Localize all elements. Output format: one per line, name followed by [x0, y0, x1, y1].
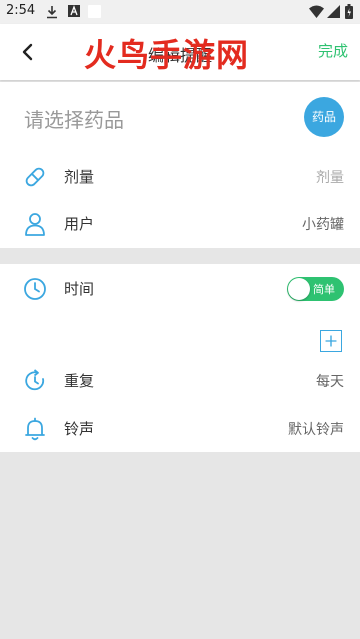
repeat-icon [25, 369, 45, 391]
ringtone-value: 默认铃声 [288, 422, 344, 438]
toggle-label: 简单 [313, 283, 335, 296]
dosage-value: 剂量 [316, 170, 344, 186]
repeat-label: 重复 [64, 372, 95, 390]
medicine-button[interactable]: 药品 [304, 97, 344, 137]
simple-mode-toggle[interactable]: 简单 [287, 277, 344, 301]
medicine-select-field[interactable]: 请选择药品 [24, 104, 124, 133]
done-button[interactable]: 完成 [318, 40, 348, 61]
font-icon [68, 5, 80, 17]
blank-notification-icon [88, 5, 101, 18]
status-bar: 2:54 [0, 0, 360, 24]
signal-icon [327, 5, 340, 18]
ringtone-label: 铃声 [64, 420, 95, 438]
user-row[interactable]: 用户 小药罐 [0, 200, 360, 246]
medicine-card: 请选择药品 药品 剂量 剂量 用户 小药罐 [0, 82, 360, 248]
toggle-knob [288, 278, 310, 300]
user-icon [25, 213, 45, 236]
watermark: 火鸟手游网 [84, 36, 250, 74]
dosage-row[interactable]: 剂量 剂量 [0, 153, 360, 199]
repeat-value: 每天 [316, 374, 344, 390]
repeat-row[interactable]: 重复 每天 [0, 357, 360, 403]
wifi-icon [309, 5, 324, 18]
time-row: 时间 简单 [0, 265, 360, 311]
app-bar: 编辑提醒 火鸟手游网 完成 [0, 24, 360, 80]
download-icon [47, 6, 57, 19]
pill-icon [25, 167, 45, 187]
schedule-card: 时间 简单 重复 每天 铃声 默认铃声 [0, 264, 360, 452]
dosage-label: 剂量 [64, 168, 95, 186]
bell-icon [25, 417, 45, 441]
ringtone-row[interactable]: 铃声 默认铃声 [0, 405, 360, 451]
plus-icon[interactable] [320, 330, 342, 352]
user-label: 用户 [64, 215, 95, 233]
time-label: 时间 [64, 280, 95, 298]
status-time: 2:54 [6, 3, 36, 18]
clock-icon [24, 278, 46, 300]
battery-icon [345, 4, 353, 19]
user-value: 小药罐 [302, 217, 344, 233]
